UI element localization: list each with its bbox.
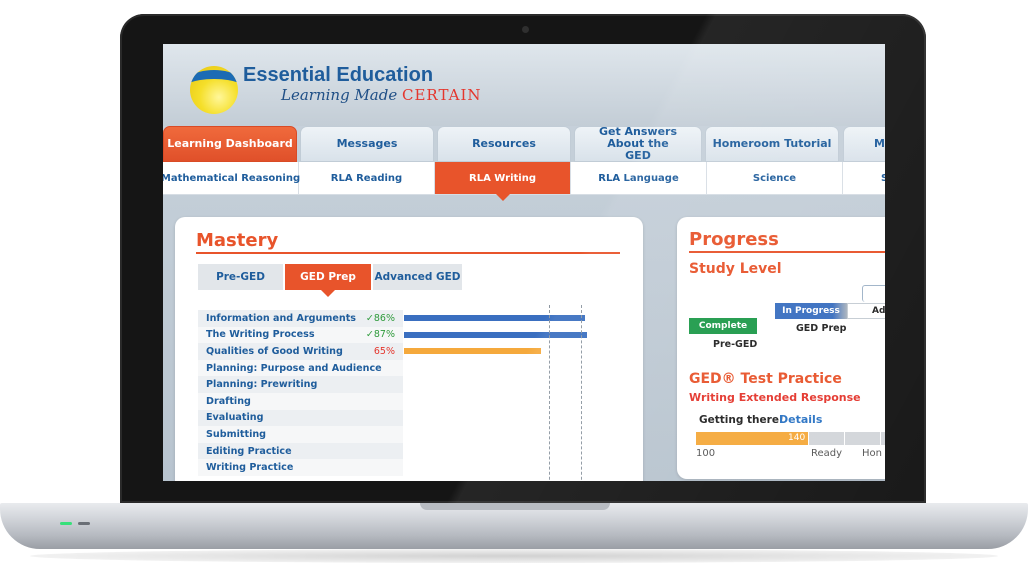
status-led-icon	[78, 522, 90, 525]
scale-label-honors: Hon	[862, 448, 882, 459]
skill-percent: ✓86%	[365, 312, 395, 324]
test-practice-title: GED® Test Practice	[689, 371, 842, 387]
subject-bar: Mathematical Reasoning RLA Reading RLA W…	[163, 162, 885, 201]
laptop-bezel: Essential Education Learning Made CERTAI…	[120, 14, 926, 503]
scale-tick	[844, 432, 845, 445]
scale-label-ready: Ready	[811, 448, 843, 459]
skill-row[interactable]: Information and Arguments ✓86%	[198, 310, 403, 327]
mastery-divider	[196, 252, 620, 254]
tagline-accent: CERTAIN	[402, 86, 482, 104]
progress-divider	[689, 251, 885, 253]
mastery-bar	[404, 331, 587, 338]
mastery-bar	[404, 348, 541, 355]
step-in-progress-badge: In Progress	[775, 303, 847, 319]
step-pre-ged-label: Pre-GED	[713, 339, 758, 350]
level-tab-pre-ged[interactable]: Pre-GED	[198, 264, 283, 290]
skill-row[interactable]: Submitting	[198, 426, 403, 443]
skill-list: Information and Arguments ✓86% The Writin…	[198, 310, 403, 476]
webcam-icon	[522, 26, 529, 33]
brand-title: Essential Education	[243, 64, 434, 86]
status-text: Getting there!	[699, 414, 784, 426]
skill-row[interactable]: The Writing Process ✓87%	[198, 326, 403, 344]
next-level-frame	[862, 285, 885, 302]
skill-row[interactable]: Editing Practice	[198, 442, 403, 460]
skill-percent: 65%	[373, 345, 395, 357]
skill-label: Drafting	[206, 395, 251, 407]
screen: Essential Education Learning Made CERTAI…	[163, 44, 885, 481]
score-scale: 140	[696, 432, 885, 445]
study-level-title: Study Level	[689, 261, 782, 277]
tab-resources[interactable]: Resources	[437, 126, 571, 162]
subject-science[interactable]: Science	[707, 162, 843, 194]
tab-more[interactable]: M	[843, 126, 885, 162]
logo-icon	[190, 66, 238, 114]
skill-label: Editing Practice	[206, 445, 292, 457]
tab-messages[interactable]: Messages	[300, 126, 434, 162]
subject-more[interactable]: S	[843, 162, 885, 194]
step-advanced-badge: Ad	[847, 303, 885, 319]
skill-label: Submitting	[206, 428, 267, 440]
power-led-icon	[60, 522, 72, 525]
skill-label: Information and Arguments	[206, 312, 356, 324]
skill-percent: ✓87%	[365, 329, 395, 341]
subject-rla-writing[interactable]: RLA Writing	[435, 162, 571, 201]
level-tab-ged-prep[interactable]: GED Prep	[285, 264, 371, 297]
skill-row[interactable]: Qualities of Good Writing 65%	[198, 343, 403, 360]
skill-row[interactable]: Planning: Prewriting	[198, 376, 403, 393]
test-practice-subtitle: Writing Extended Response	[689, 391, 861, 404]
progress-panel: Progress Study Level Complete Pre-GED In…	[677, 217, 885, 479]
main-nav-tabs: Learning Dashboard Messages Resources Ge…	[163, 126, 885, 162]
skill-label: Evaluating	[206, 412, 264, 424]
target-line	[581, 305, 582, 481]
score-value: 140	[788, 433, 806, 443]
skill-label: Writing Practice	[206, 462, 294, 474]
tab-homeroom-tutorial[interactable]: Homeroom Tutorial	[705, 126, 839, 162]
subject-rla-language[interactable]: RLA Language	[571, 162, 707, 194]
skill-row[interactable]: Writing Practice	[198, 459, 403, 476]
skill-label: Planning: Prewriting	[206, 379, 318, 391]
brand-tagline: Learning Made CERTAIN	[281, 86, 482, 104]
mastery-bar	[404, 315, 585, 321]
tab-learning-dashboard[interactable]: Learning Dashboard	[163, 126, 297, 162]
laptop-shadow	[30, 549, 998, 563]
skill-row[interactable]: Drafting	[198, 392, 403, 410]
skill-row[interactable]: Planning: Purpose and Audience	[198, 359, 403, 377]
scale-label-min: 100	[696, 448, 716, 459]
step-complete-badge: Complete	[689, 318, 757, 334]
progress-title: Progress	[689, 229, 779, 250]
skill-row[interactable]: Evaluating	[198, 409, 403, 427]
subject-mathematical-reasoning[interactable]: Mathematical Reasoning	[163, 162, 300, 194]
mastery-panel: Mastery Pre-GED GED Prep Advanced GED In…	[175, 217, 643, 481]
skill-label: Planning: Purpose and Audience	[206, 362, 382, 374]
tab-get-answers[interactable]: Get Answers About the GED	[574, 126, 702, 162]
threshold-line	[549, 305, 550, 481]
step-ged-prep-label: GED Prep	[796, 323, 847, 334]
app-header: Essential Education Learning Made CERTAI…	[163, 44, 885, 126]
mastery-title: Mastery	[196, 230, 279, 251]
level-tab-advanced-ged[interactable]: Advanced GED	[373, 264, 462, 290]
details-link[interactable]: Details	[779, 413, 822, 426]
subject-rla-reading[interactable]: RLA Reading	[299, 162, 435, 194]
skill-label: Qualities of Good Writing	[206, 345, 343, 357]
scale-tick	[808, 432, 809, 445]
scale-tick	[880, 432, 881, 445]
skill-label: The Writing Process	[206, 329, 315, 341]
laptop-hinge-notch	[420, 503, 610, 510]
tagline-text: Learning Made	[281, 86, 402, 104]
